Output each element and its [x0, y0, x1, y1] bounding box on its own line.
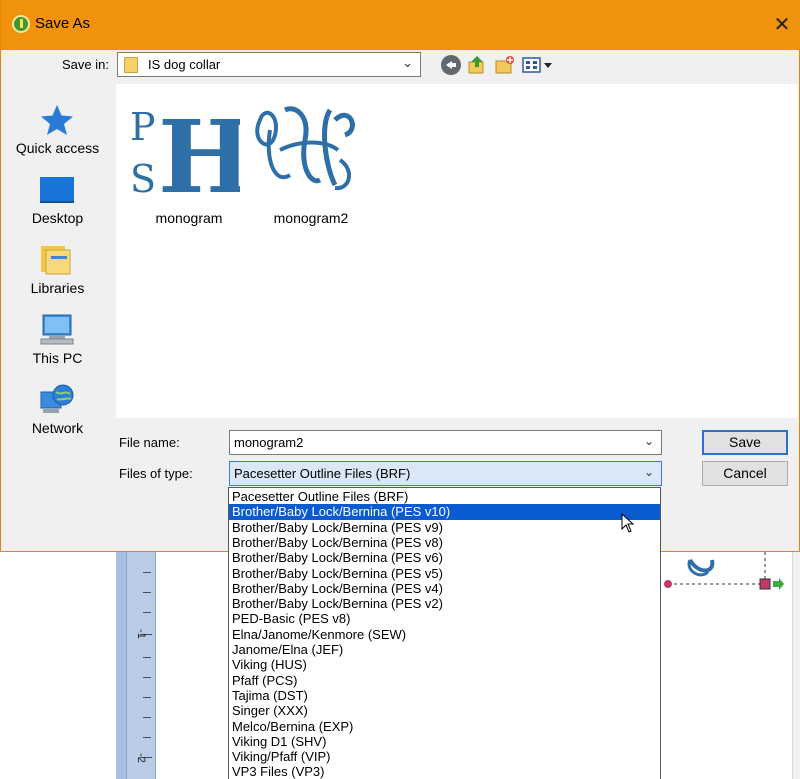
svg-text:P: P	[130, 105, 156, 149]
file-type-option[interactable]: Brother/Baby Lock/Bernina (PES v5)	[229, 566, 660, 581]
file-type-option[interactable]: Brother/Baby Lock/Bernina (PES v9)	[229, 520, 660, 535]
place-label: Network	[31, 420, 84, 436]
file-type-dropdown-list[interactable]: Pacesetter Outline Files (BRF) Brother/Ba…	[228, 487, 661, 779]
file-name-input[interactable]: monogram2 ⌄	[229, 430, 662, 455]
app-icon	[12, 15, 30, 33]
close-button[interactable]: ✕	[769, 12, 795, 38]
file-name: monogram	[155, 210, 223, 226]
design-selection-handles[interactable]	[660, 552, 792, 602]
ruler-tick	[143, 677, 151, 678]
ruler-label: -2	[134, 753, 147, 763]
file-type-label: Files of type:	[119, 466, 193, 481]
back-icon[interactable]	[441, 55, 461, 75]
chevron-down-icon: ⌄	[402, 55, 413, 70]
svg-text:S: S	[130, 157, 156, 200]
cancel-button[interactable]: Cancel	[702, 461, 788, 486]
file-type-option[interactable]: Viking D1 (SHV)	[229, 734, 660, 749]
ruler-tick	[143, 572, 151, 573]
chevron-down-icon: ⌄	[643, 465, 654, 479]
network-icon	[40, 384, 74, 413]
embroidery-thumbnail: P S H	[130, 100, 240, 200]
place-label: Libraries	[30, 280, 85, 296]
star-icon	[41, 105, 73, 135]
file-item-monogram[interactable]: P S H monogram	[124, 100, 240, 240]
save-in-label: Save in:	[62, 57, 109, 72]
file-type-option[interactable]: PED-Basic (PES v8)	[229, 611, 660, 626]
place-desktop[interactable]: Desktop	[1, 164, 114, 234]
place-this-pc[interactable]: This PC	[1, 304, 114, 374]
place-label: Desktop	[31, 210, 84, 226]
ruler-label: -1	[134, 629, 147, 639]
save-button[interactable]: Save	[702, 430, 788, 455]
file-type-option[interactable]: Pacesetter Outline Files (BRF)	[229, 489, 660, 504]
file-type-option[interactable]: Viking (HUS)	[229, 657, 660, 672]
place-label: This PC	[32, 350, 83, 366]
ruler-tick	[143, 717, 151, 718]
vertical-ruler: -1 -2	[126, 552, 156, 779]
svg-text:H: H	[158, 100, 240, 200]
place-quick-access[interactable]: Quick access	[1, 94, 114, 164]
ruler-tick	[143, 657, 151, 658]
window-title: Save As	[35, 15, 91, 32]
mouse-cursor-icon	[621, 513, 635, 533]
save-in-dropdown[interactable]: IS dog collar ⌄	[117, 52, 421, 77]
file-type-option[interactable]: Brother/Baby Lock/Bernina (PES v6)	[229, 550, 660, 565]
view-menu-icon[interactable]	[522, 55, 554, 75]
file-type-option[interactable]: Elna/Janome/Kenmore (SEW)	[229, 627, 660, 642]
file-type-option[interactable]: Brother/Baby Lock/Bernina (PES v2)	[229, 596, 660, 611]
new-folder-icon[interactable]	[495, 55, 515, 75]
desktop-icon	[40, 177, 74, 203]
ruler-tick	[143, 697, 151, 698]
file-type-option[interactable]: Singer (XXX)	[229, 703, 660, 718]
file-type-option[interactable]: Pfaff (PCS)	[229, 673, 660, 688]
save-as-dialog: Save As ✕ Save in: IS dog collar ⌄ Quick…	[0, 0, 800, 552]
title-bar: Save As ✕	[1, 0, 800, 50]
up-folder-icon[interactable]	[467, 55, 487, 75]
save-in-value: IS dog collar	[148, 57, 221, 72]
file-type-option[interactable]: VP3 Files (VP3)	[229, 764, 660, 779]
file-name-label: File name:	[119, 435, 180, 450]
file-type-option[interactable]: Tajima (DST)	[229, 688, 660, 703]
file-type-select[interactable]: Pacesetter Outline Files (BRF) ⌄	[229, 461, 662, 486]
file-type-option[interactable]: Brother/Baby Lock/Bernina (PES v4)	[229, 581, 660, 596]
file-item-monogram2[interactable]: monogram2	[246, 100, 362, 240]
file-name-value: monogram2	[234, 435, 304, 450]
folder-icon	[124, 57, 138, 73]
chevron-down-icon[interactable]: ⌄	[644, 434, 654, 448]
file-type-option[interactable]: Brother/Baby Lock/Bernina (PES v8)	[229, 535, 660, 550]
file-type-option[interactable]: Janome/Elna (JEF)	[229, 642, 660, 657]
place-label: Quick access	[15, 140, 100, 156]
file-type-option[interactable]: Viking/Pfaff (VIP)	[229, 749, 660, 764]
file-name: monogram2	[273, 210, 349, 226]
computer-icon	[40, 314, 74, 345]
libraries-icon	[41, 246, 71, 275]
ruler-tick	[143, 612, 151, 613]
ruler-tick	[143, 592, 151, 593]
ruler-tick	[143, 737, 151, 738]
file-type-option[interactable]: Brother/Baby Lock/Bernina (PES v10)	[229, 504, 660, 520]
place-libraries[interactable]: Libraries	[1, 234, 114, 304]
file-type-value: Pacesetter Outline Files (BRF)	[234, 466, 411, 481]
places-bar: Quick access Desktop Libraries This PC N…	[1, 84, 114, 444]
file-type-option[interactable]: Melco/Bernina (EXP)	[229, 719, 660, 734]
file-list-view[interactable]: P S H monogram monogram2	[116, 84, 798, 418]
background-panel-strip	[116, 552, 126, 779]
embroidery-thumbnail	[255, 106, 355, 191]
place-network[interactable]: Network	[1, 374, 114, 444]
